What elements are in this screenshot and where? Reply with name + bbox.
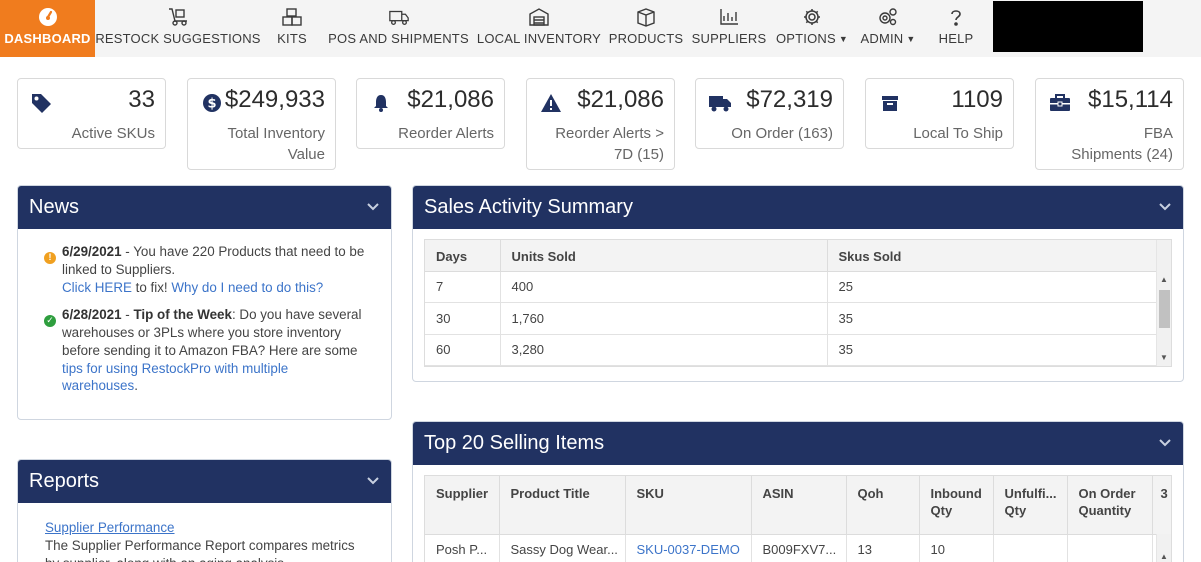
nav-products[interactable]: PRODUCTS xyxy=(606,0,686,57)
sales-table: Days Units Sold Skus Sold 7 400 25 30 1,… xyxy=(425,240,1158,366)
news-title: News xyxy=(29,196,80,218)
report-description: The Supplier Performance Report compares… xyxy=(45,538,355,562)
supplier-performance-link[interactable]: Supplier Performance xyxy=(45,520,175,535)
stat-card-active-skus[interactable]: 33 Active SKUs xyxy=(17,78,166,149)
news-header[interactable]: News xyxy=(18,186,391,229)
sales-activity-title: Sales Activity Summary xyxy=(424,196,633,218)
sales-activity-panel: Sales Activity Summary Days Units Sold S… xyxy=(412,185,1184,382)
reports-title: Reports xyxy=(29,470,100,492)
sku-link[interactable]: SKU-0037-DEMO xyxy=(637,542,740,557)
redacted-area xyxy=(993,1,1143,52)
reports-panel: Reports Supplier Performance The Supplie… xyxy=(17,459,392,562)
column-header[interactable]: 3 V xyxy=(1152,476,1171,535)
warehouse-icon xyxy=(528,7,550,27)
box-icon xyxy=(635,7,657,27)
truck-icon xyxy=(708,91,732,115)
news-item: ✓ 6/28/2021 - Tip of the Week: Do you hav… xyxy=(44,306,365,395)
check-circle-icon: ✓ xyxy=(44,315,56,328)
scroll-up-icon[interactable]: ▲ xyxy=(1160,552,1168,561)
chevron-down-icon: ▼ xyxy=(906,33,916,44)
stat-card-fba-shipments[interactable]: $15,114 FBA Shipments (24) xyxy=(1035,78,1184,170)
table-row[interactable]: 7 400 25 xyxy=(425,271,1158,303)
scroll-thumb[interactable] xyxy=(1159,290,1170,328)
gauge-icon xyxy=(37,7,59,27)
news-item: ! 6/29/2021 - You have 220 Products that … xyxy=(44,243,365,296)
news-body: ! 6/29/2021 - You have 220 Products that … xyxy=(18,229,391,415)
sales-table-wrap: Days Units Sold Skus Sold 7 400 25 30 1,… xyxy=(424,239,1172,367)
nav-pos-shipments[interactable]: POS AND SHIPMENTS xyxy=(326,0,471,57)
nav-dashboard[interactable]: DASHBOARD xyxy=(0,0,95,57)
sales-activity-header[interactable]: Sales Activity Summary xyxy=(413,186,1183,229)
nav-options[interactable]: OPTIONS ▼ xyxy=(773,0,851,57)
archive-icon xyxy=(878,91,902,115)
chart-icon xyxy=(718,7,740,27)
chevron-down-icon[interactable] xyxy=(1157,435,1173,451)
boxes-icon xyxy=(281,7,303,27)
column-header[interactable]: Qoh xyxy=(846,476,920,535)
top-table-scrollbar[interactable]: ▲ xyxy=(1156,534,1171,562)
top-selling-title: Top 20 Selling Items xyxy=(424,432,605,454)
stat-card-inventory-value[interactable]: $ $249,933 Total Inventory Value xyxy=(187,78,336,170)
stat-card-on-order[interactable]: $72,319 On Order (163) xyxy=(695,78,844,149)
top-table: Supplier Product Title SKU ASIN Qoh Inbo… xyxy=(425,476,1171,562)
table-row[interactable]: Posh P... Sassy Dog Wear... SKU-0037-DEM… xyxy=(425,534,1171,562)
column-header[interactable]: On Order Quantity xyxy=(1067,476,1153,535)
top-table-wrap: Supplier Product Title SKU ASIN Qoh Inbo… xyxy=(424,475,1172,562)
dollar-icon: $ xyxy=(200,91,224,115)
column-header[interactable]: ASIN xyxy=(751,476,847,535)
chevron-down-icon: ▼ xyxy=(838,33,849,44)
nav-local-inventory[interactable]: LOCAL INVENTORY xyxy=(475,0,603,57)
gears-icon xyxy=(877,7,899,27)
column-header[interactable]: SKU xyxy=(625,476,752,535)
truck-icon xyxy=(388,7,410,27)
top-selling-header[interactable]: Top 20 Selling Items xyxy=(413,422,1183,465)
bell-icon xyxy=(369,91,393,115)
nav-restock-suggestions[interactable]: RESTOCK SUGGESTIONS xyxy=(95,0,260,57)
sales-table-scrollbar[interactable]: ▲ ▼ xyxy=(1156,240,1171,366)
top-selling-panel: Top 20 Selling Items Supplier Product Ti… xyxy=(412,421,1184,562)
nav-suppliers[interactable]: SUPPLIERS xyxy=(689,0,769,57)
hand-truck-icon xyxy=(167,7,189,27)
column-header[interactable]: Product Title xyxy=(499,476,626,535)
table-row[interactable]: 30 1,760 35 xyxy=(425,302,1158,335)
tips-link[interactable]: tips for using RestockPro with multiple … xyxy=(62,361,288,394)
chevron-down-icon[interactable] xyxy=(365,199,381,215)
nav-help[interactable]: HELP xyxy=(927,0,985,57)
chevron-down-icon[interactable] xyxy=(365,473,381,489)
alert-circle-icon: ! xyxy=(44,251,56,264)
gear-icon xyxy=(801,7,823,27)
stat-card-reorder-alerts-7d[interactable]: $21,086 Reorder Alerts >7D (15) xyxy=(526,78,675,170)
column-header[interactable]: Skus Sold xyxy=(827,240,1158,272)
top-nav: DASHBOARD RESTOCK SUGGESTIONS KITS POS A… xyxy=(0,0,1201,57)
table-row[interactable]: 60 3,280 35 xyxy=(425,334,1158,366)
nav-admin[interactable]: ADMIN ▼ xyxy=(853,0,923,57)
column-header[interactable]: Units Sold xyxy=(500,240,828,272)
reports-header[interactable]: Reports xyxy=(18,460,391,503)
stat-card-reorder-alerts[interactable]: $21,086 Reorder Alerts xyxy=(356,78,505,149)
stat-card-local-to-ship[interactable]: 1109 Local To Ship xyxy=(865,78,1014,149)
warning-icon xyxy=(539,91,563,115)
briefcase-icon xyxy=(1048,91,1072,115)
chevron-down-icon[interactable] xyxy=(1157,199,1173,215)
click-here-link[interactable]: Click HERE xyxy=(62,280,132,295)
scroll-down-icon[interactable]: ▼ xyxy=(1160,353,1168,362)
column-header[interactable]: Unfulfi... Qty xyxy=(993,476,1068,535)
question-icon xyxy=(945,7,967,27)
nav-kits[interactable]: KITS xyxy=(262,0,322,57)
column-header[interactable]: Inbound Qty xyxy=(919,476,994,535)
reports-body: Supplier Performance The Supplier Perfor… xyxy=(18,503,391,562)
column-header[interactable]: Supplier xyxy=(425,476,500,535)
why-link[interactable]: Why do I need to do this? xyxy=(171,280,323,295)
scroll-up-icon[interactable]: ▲ xyxy=(1160,275,1168,284)
column-header[interactable]: Days xyxy=(425,240,501,272)
news-panel: News ! 6/29/2021 - You have 220 Products … xyxy=(17,185,392,420)
svg-text:$: $ xyxy=(207,97,216,112)
tags-icon xyxy=(30,91,54,115)
